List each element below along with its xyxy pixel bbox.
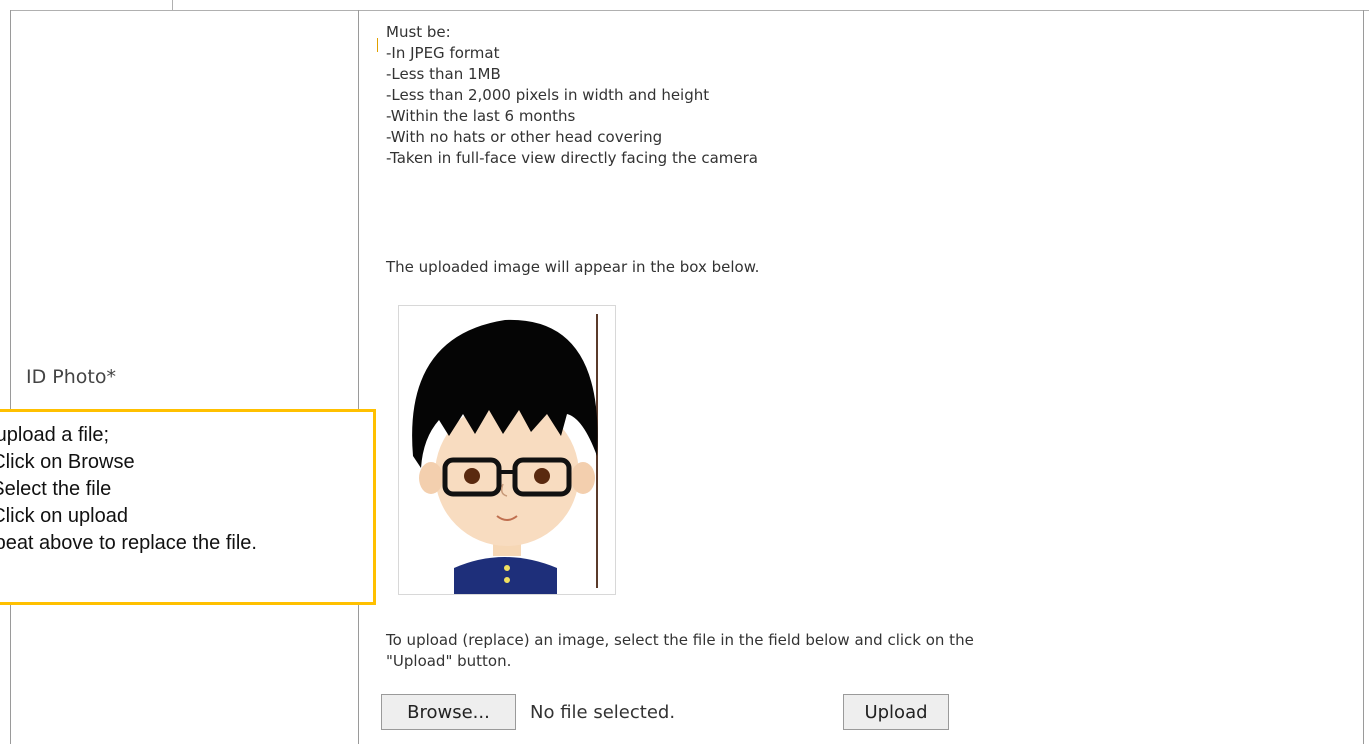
table-left-border [10,10,11,744]
text-caret [377,38,378,52]
instruction-callout: To upload a file; 1. Click on Browse 2. … [0,409,376,605]
upload-note-line: To upload (replace) an image, select the… [386,631,974,649]
photo-preview-box [398,305,616,595]
photo-requirements: Must be: -In JPEG format -Less than 1MB … [386,22,758,169]
requirement-line: -Less than 1MB [386,65,501,83]
callout-line: To upload a file; [0,424,110,446]
callout-line: 2. Select the file [0,478,112,500]
table-top-border [10,10,1369,11]
requirement-line: -With no hats or other head covering [386,128,663,146]
file-status-text: No file selected. [530,702,676,723]
upload-button[interactable]: Upload [843,694,949,730]
upload-instructions: To upload (replace) an image, select the… [386,630,1186,672]
upload-note-line: "Upload" button. [386,652,512,670]
callout-line: 3. Click on upload [0,505,128,527]
avatar-photo [412,314,598,594]
callout-line: 1. Click on Browse [0,451,135,473]
browse-button[interactable]: Browse... [381,694,516,730]
callout-text: To upload a file; 1. Click on Browse 2. … [0,422,369,557]
requirement-line: -Within the last 6 months [386,107,576,125]
table-right-border [1363,10,1364,744]
field-label-id-photo: ID Photo* [26,366,116,388]
requirement-line: -Less than 2,000 pixels in width and hei… [386,86,710,104]
callout-line: Repeat above to replace the file. [0,532,257,554]
requirement-line: -Taken in full-face view directly facing… [386,149,758,167]
header-cell-divider [172,0,173,10]
table-column-divider [358,10,359,744]
requirement-line: Must be: [386,23,451,41]
requirement-line: -In JPEG format [386,44,500,62]
image-preview-note: The uploaded image will appear in the bo… [386,258,760,276]
